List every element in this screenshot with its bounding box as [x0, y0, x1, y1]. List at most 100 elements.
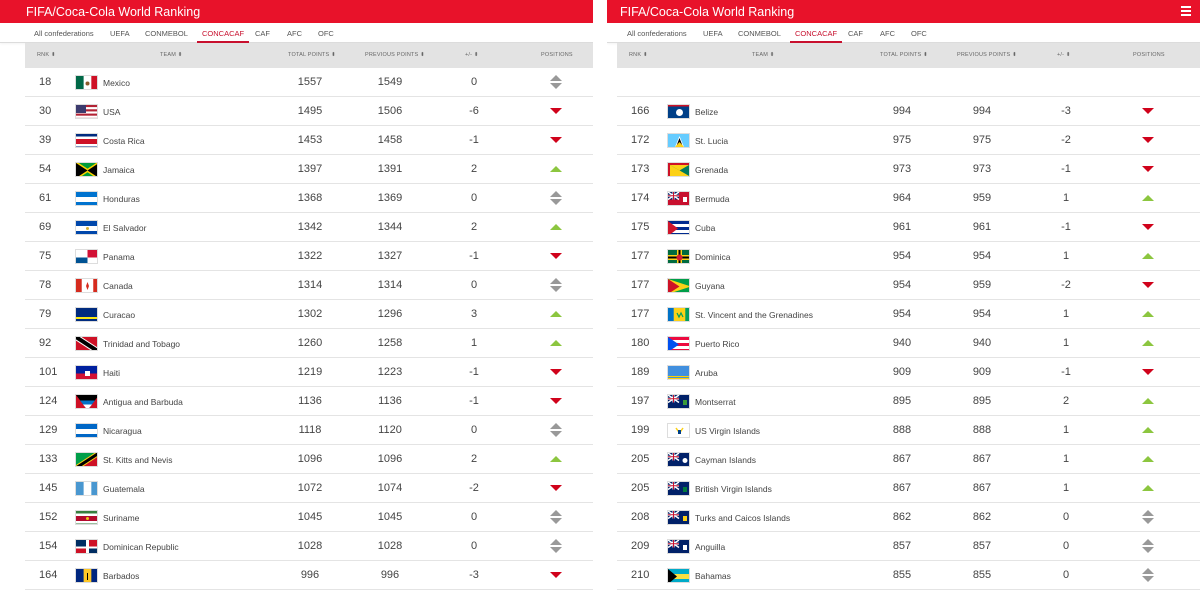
table-row[interactable]: 174 Bermuda 964 959 1 [617, 184, 1200, 213]
team-name[interactable]: Canada [103, 281, 133, 291]
team-name[interactable]: Bahamas [695, 571, 731, 581]
team-name[interactable]: Guatemala [103, 484, 145, 494]
team-name[interactable]: Trinidad and Tobago [103, 339, 180, 349]
table-row[interactable]: 152 Suriname 1045 1045 0 [25, 503, 593, 532]
table-row[interactable]: 205 Cayman Islands 867 867 1 [617, 445, 1200, 474]
col-previous-points-header[interactable]: PREVIOUS POINTS ⬍ [365, 52, 425, 58]
team-name[interactable]: Antigua and Barbuda [103, 397, 183, 407]
points-diff: -2 [1061, 279, 1071, 291]
tab-concacaf[interactable]: CONCACAF [202, 29, 244, 38]
tab-conmebol[interactable]: CONMEBOL [738, 29, 781, 38]
rank-value: 30 [39, 105, 52, 117]
team-name[interactable]: Mexico [103, 78, 130, 88]
team-name[interactable]: Curacao [103, 310, 135, 320]
team-name[interactable]: Barbados [103, 571, 139, 581]
tab-caf[interactable]: CAF [255, 29, 270, 38]
col-total-points-header[interactable]: TOTAL POINTS ⬍ [288, 52, 336, 58]
team-name[interactable]: Nicaragua [103, 426, 142, 436]
tab-uefa[interactable]: UEFA [703, 29, 723, 38]
table-row[interactable]: 177 St. Vincent and the Grenadines 954 954 1 [617, 300, 1200, 329]
tab-concacaf[interactable]: CONCACAF [795, 29, 837, 38]
team-name[interactable]: Bermuda [695, 194, 730, 204]
team-name[interactable]: St. Kitts and Nevis [103, 455, 172, 465]
tab-ofc[interactable]: OFC [318, 29, 334, 38]
team-name[interactable]: Belize [695, 107, 718, 117]
table-row[interactable]: 154 Dominican Republic 1028 1028 0 [25, 532, 593, 561]
team-name[interactable]: British Virgin Islands [695, 484, 772, 494]
tab-ofc[interactable]: OFC [911, 29, 927, 38]
team-name[interactable]: Costa Rica [103, 136, 145, 146]
table-row[interactable]: 101 Haiti 1219 1223 -1 [25, 358, 593, 387]
team-name[interactable]: Aruba [695, 368, 718, 378]
table-row[interactable]: 61 Honduras 1368 1369 0 [25, 184, 593, 213]
table-row[interactable]: 209 Anguilla 857 857 0 [617, 532, 1200, 561]
table-row[interactable]: 124 Antigua and Barbuda 1136 1136 -1 [25, 387, 593, 416]
table-row[interactable]: 133 St. Kitts and Nevis 1096 1096 2 [25, 445, 593, 474]
team-name[interactable]: Jamaica [103, 165, 135, 175]
table-row[interactable]: 69 El Salvador 1342 1344 2 [25, 213, 593, 242]
team-name[interactable]: Grenada [695, 165, 728, 175]
table-row[interactable]: 30 USA 1495 1506 -6 [25, 97, 593, 126]
table-row[interactable]: 177 Dominica 954 954 1 [617, 242, 1200, 271]
col-team-header[interactable]: TEAM ⬍ [752, 52, 775, 58]
table-row[interactable]: 78 Canada 1314 1314 0 [25, 271, 593, 300]
table-row[interactable]: 180 Puerto Rico 940 940 1 [617, 329, 1200, 358]
table-row[interactable]: 166 Belize 994 994 -3 [617, 97, 1200, 126]
team-name[interactable]: Cuba [695, 223, 715, 233]
tab-all-confederations[interactable]: All confederations [627, 29, 687, 38]
team-name[interactable]: Suriname [103, 513, 139, 523]
team-name[interactable]: Turks and Caicos Islands [695, 513, 790, 523]
col-rank-header[interactable]: RNK ⬍ [37, 52, 56, 58]
table-row[interactable]: 54 Jamaica 1397 1391 2 [25, 155, 593, 184]
table-row[interactable]: 79 Curacao 1302 1296 3 [25, 300, 593, 329]
team-name[interactable]: Honduras [103, 194, 140, 204]
team-name[interactable]: Panama [103, 252, 135, 262]
col-diff-header[interactable]: +/- ⬍ [1057, 52, 1071, 58]
table-row[interactable]: 18 Mexico 1557 1549 0 [25, 68, 593, 97]
team-name[interactable]: Puerto Rico [695, 339, 739, 349]
tab-all-confederations[interactable]: All confederations [34, 29, 94, 38]
table-row[interactable]: 210 Bahamas 855 855 0 [617, 561, 1200, 590]
col-total-points-header[interactable]: TOTAL POINTS ⬍ [880, 52, 928, 58]
col-diff-header[interactable]: +/- ⬍ [465, 52, 479, 58]
arrow-up-icon [1141, 424, 1155, 438]
table-row[interactable]: 164 Barbados 996 996 -3 [25, 561, 593, 590]
team-name[interactable]: USA [103, 107, 120, 117]
table-row[interactable]: 177 Guyana 954 959 -2 [617, 271, 1200, 300]
table-row[interactable]: 189 Aruba 909 909 -1 [617, 358, 1200, 387]
table-row[interactable]: 75 Panama 1322 1327 -1 [25, 242, 593, 271]
col-positions-header: POSITIONS [1133, 52, 1165, 58]
col-previous-points-header[interactable]: PREVIOUS POINTS ⬍ [957, 52, 1017, 58]
table-row[interactable]: 208 Turks and Caicos Islands 862 862 0 [617, 503, 1200, 532]
team-name[interactable]: Cayman Islands [695, 455, 756, 465]
table-row[interactable]: 92 Trinidad and Tobago 1260 1258 1 [25, 329, 593, 358]
table-row[interactable]: 145 Guatemala 1072 1074 -2 [25, 474, 593, 503]
table-row[interactable]: 199 US Virgin Islands 888 888 1 [617, 416, 1200, 445]
tab-afc[interactable]: AFC [880, 29, 895, 38]
team-name[interactable]: Dominica [695, 252, 730, 262]
team-name[interactable]: Guyana [695, 281, 725, 291]
table-row[interactable]: 197 Montserrat 895 895 2 [617, 387, 1200, 416]
team-name[interactable]: Dominican Republic [103, 542, 179, 552]
tab-afc[interactable]: AFC [287, 29, 302, 38]
team-name[interactable]: El Salvador [103, 223, 146, 233]
team-name[interactable]: Anguilla [695, 542, 725, 552]
tab-uefa[interactable]: UEFA [110, 29, 130, 38]
table-row[interactable]: 129 Nicaragua 1118 1120 0 [25, 416, 593, 445]
table-row[interactable]: 205 British Virgin Islands 867 867 1 [617, 474, 1200, 503]
team-name[interactable]: US Virgin Islands [695, 426, 760, 436]
table-row[interactable]: 172 St. Lucia 975 975 -2 [617, 126, 1200, 155]
arrow-down-icon [549, 105, 563, 119]
tab-conmebol[interactable]: CONMEBOL [145, 29, 188, 38]
col-rank-header[interactable]: RNK ⬍ [629, 52, 648, 58]
team-name[interactable]: Montserrat [695, 397, 736, 407]
col-team-header[interactable]: TEAM ⬍ [160, 52, 183, 58]
table-row[interactable]: 175 Cuba 961 961 -1 [617, 213, 1200, 242]
table-row[interactable]: 39 Costa Rica 1453 1458 -1 [25, 126, 593, 155]
team-name[interactable]: St. Lucia [695, 136, 728, 146]
team-name[interactable]: St. Vincent and the Grenadines [695, 310, 813, 320]
tab-caf[interactable]: CAF [848, 29, 863, 38]
table-row[interactable]: 173 Grenada 973 973 -1 [617, 155, 1200, 184]
team-name[interactable]: Haiti [103, 368, 120, 378]
hamburger-menu-icon[interactable] [1181, 6, 1191, 16]
